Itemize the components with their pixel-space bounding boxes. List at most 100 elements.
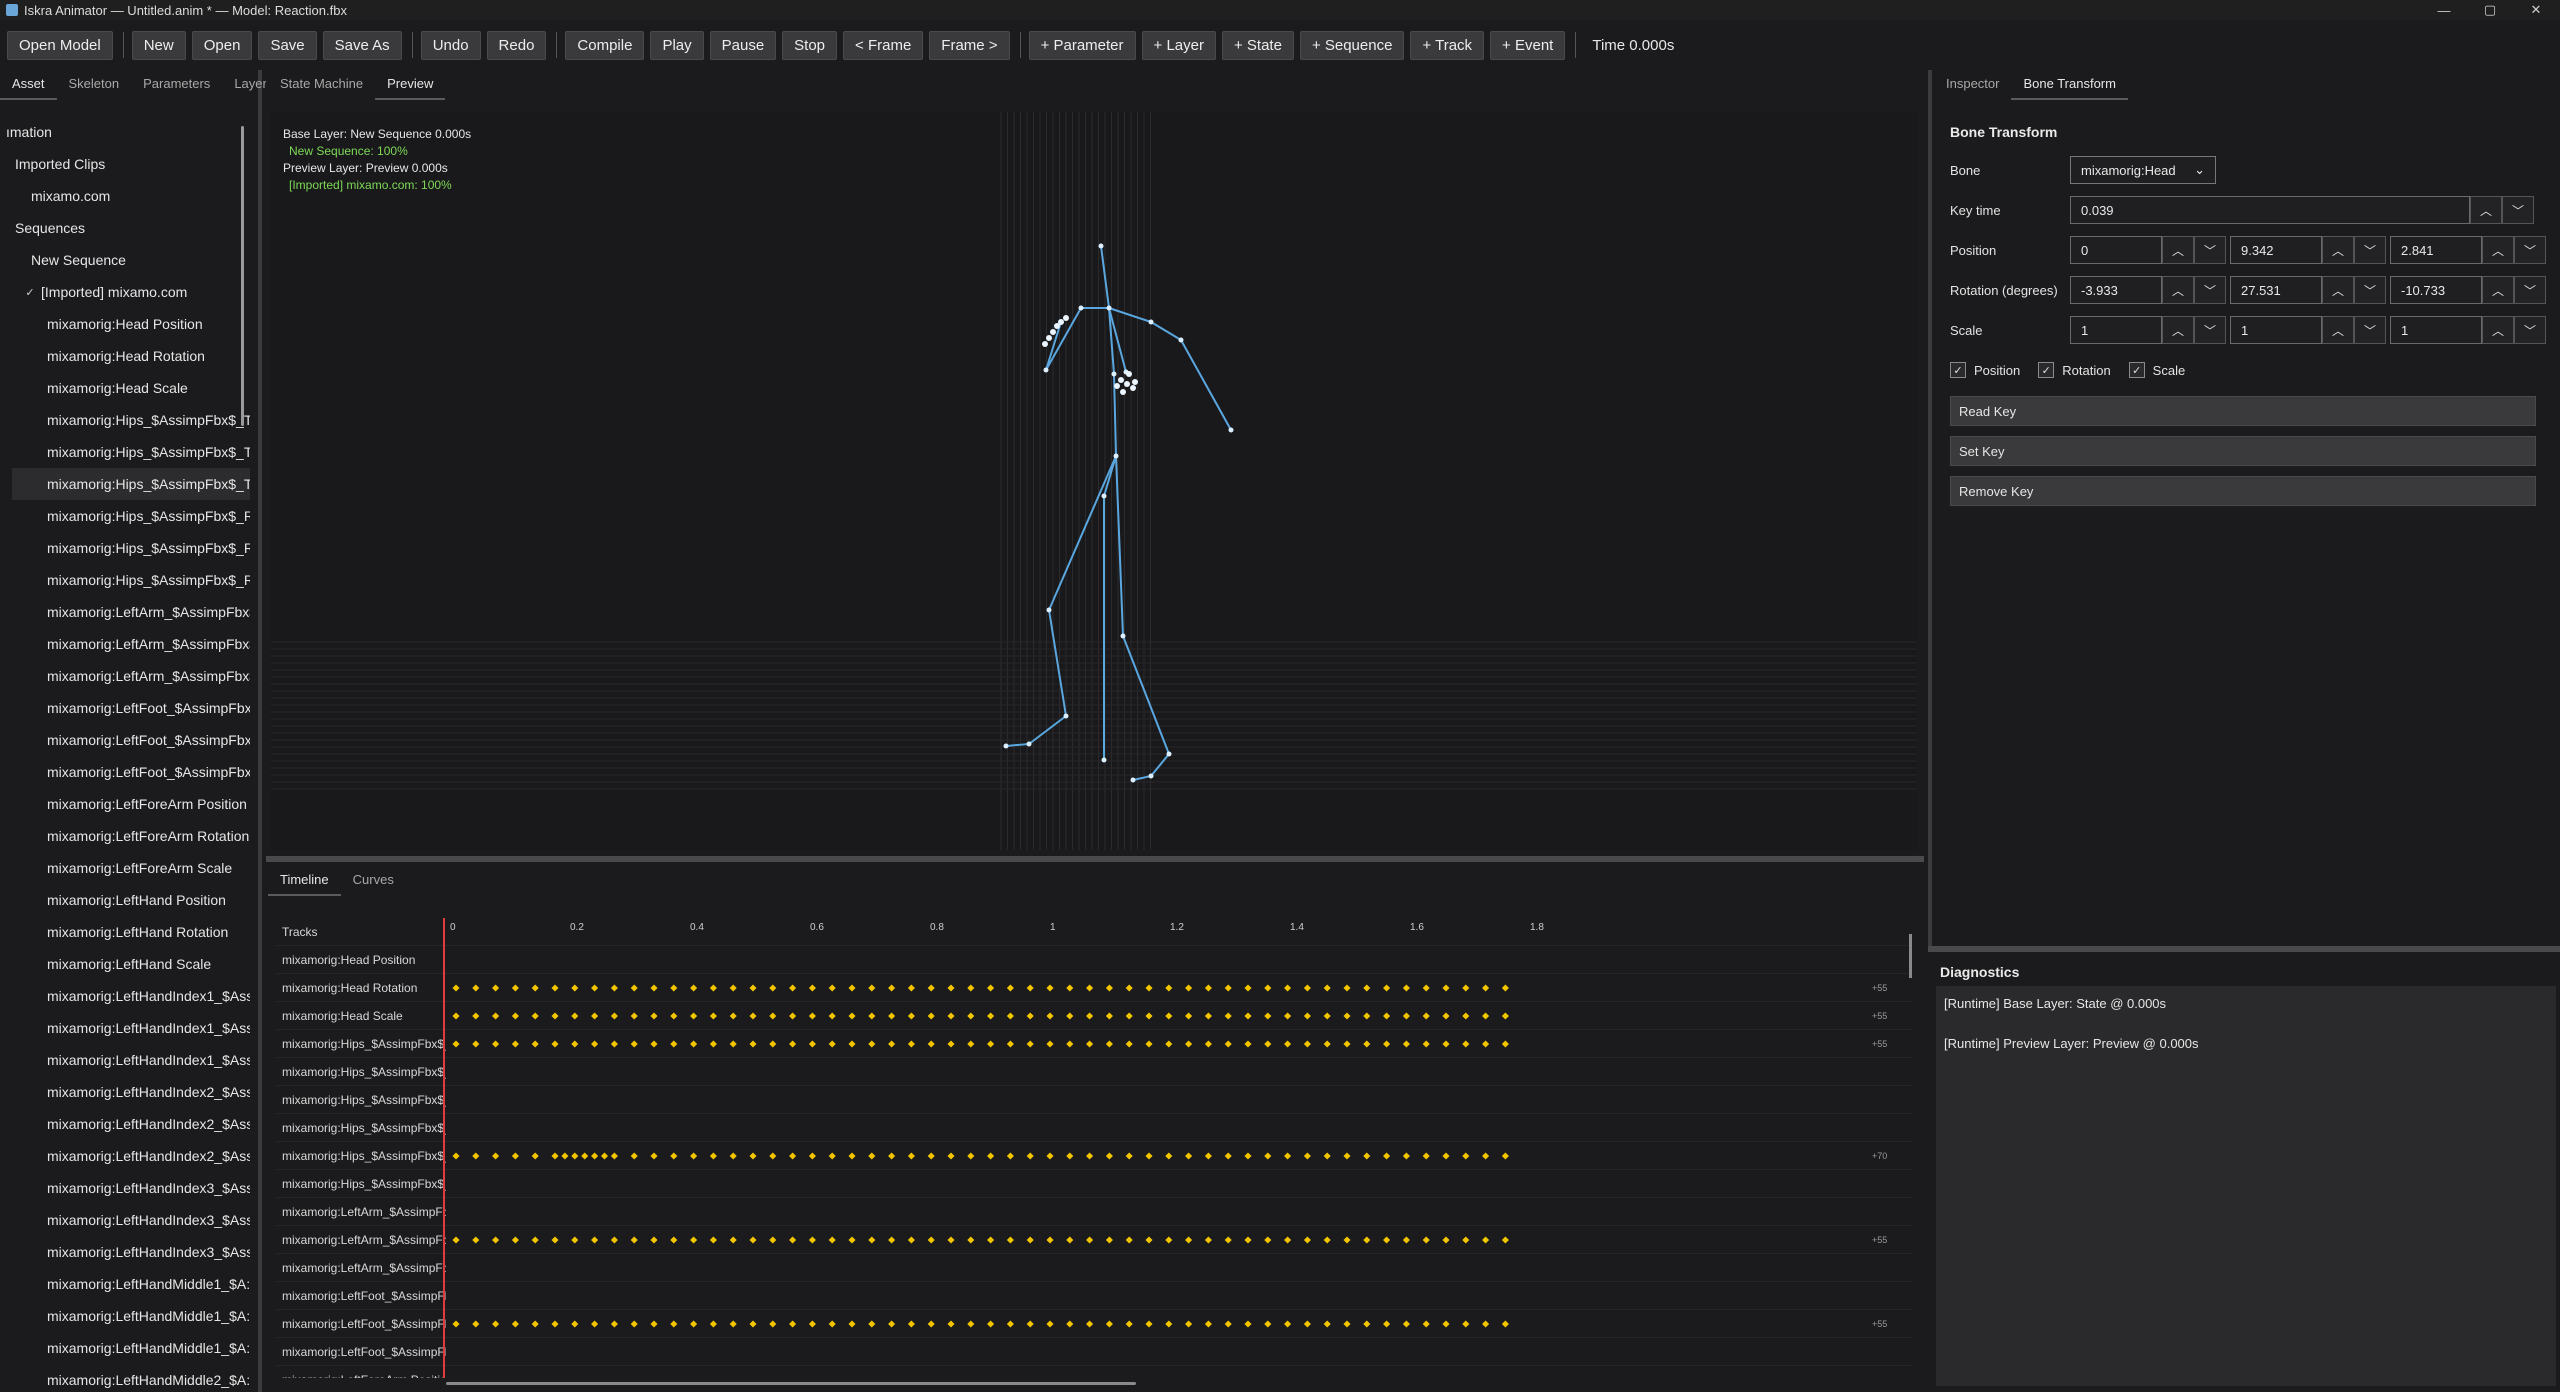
- keyframe-marker[interactable]: [511, 1152, 519, 1160]
- tree-item[interactable]: mixamorig:LeftFoot_$AssimpFbx: [0, 724, 250, 756]
- scale-x-increment[interactable]: ︿: [2162, 316, 2194, 344]
- key-time-input[interactable]: 0.039: [2070, 196, 2470, 224]
- keyframe-marker[interactable]: [1402, 984, 1410, 992]
- sequence-button[interactable]: + Sequence: [1299, 30, 1405, 60]
- keyframe-marker[interactable]: [888, 1012, 896, 1020]
- keyframe-marker[interactable]: [531, 1012, 539, 1020]
- layer-button[interactable]: + Layer: [1141, 30, 1216, 60]
- event-button[interactable]: + Event: [1490, 30, 1566, 60]
- tree-item[interactable]: mixamorig:Hips_$AssimpFbx$_Tr: [12, 468, 250, 500]
- keyframe-marker[interactable]: [828, 1152, 836, 1160]
- timeline-track-row[interactable]: mixamorig:LeftArm_$AssimpFbx: [276, 1198, 1912, 1226]
- keyframe-strip[interactable]: [446, 1030, 1546, 1058]
- keyframe-marker[interactable]: [1323, 1152, 1331, 1160]
- keyframe-marker[interactable]: [1145, 1152, 1153, 1160]
- keyframe-marker[interactable]: [1105, 1040, 1113, 1048]
- tree-item[interactable]: mixamorig:LeftForeArm Scale: [0, 852, 250, 884]
- keyframe-marker[interactable]: [1165, 984, 1173, 992]
- keyframe-marker[interactable]: [947, 1236, 955, 1244]
- keyframe-marker[interactable]: [1501, 1152, 1509, 1160]
- keyframe-marker[interactable]: [452, 984, 460, 992]
- keyframe-marker[interactable]: [1482, 984, 1490, 992]
- keyframe-marker[interactable]: [472, 1236, 480, 1244]
- keyframe-marker[interactable]: [927, 1012, 935, 1020]
- keyframe-marker[interactable]: [561, 1152, 569, 1160]
- position-z-increment[interactable]: ︿: [2482, 236, 2514, 264]
- keyframe-marker[interactable]: [1442, 1152, 1450, 1160]
- keyframe-marker[interactable]: [571, 984, 579, 992]
- maximize-button[interactable]: ▢: [2467, 0, 2513, 20]
- keyframe-marker[interactable]: [927, 1040, 935, 1048]
- save-button[interactable]: Save: [258, 30, 317, 60]
- keyframe-marker[interactable]: [749, 984, 757, 992]
- keyframe-marker[interactable]: [1046, 1040, 1054, 1048]
- keyframe-marker[interactable]: [729, 984, 737, 992]
- keyframe-marker[interactable]: [1185, 1236, 1193, 1244]
- keyframe-marker[interactable]: [1006, 1236, 1014, 1244]
- keyframe-marker[interactable]: [1442, 1236, 1450, 1244]
- keyframe-marker[interactable]: [828, 1012, 836, 1020]
- scale-checkbox[interactable]: ✓: [2128, 362, 2145, 378]
- tree-item[interactable]: mixamorig:LeftArm_$AssimpFbx$: [0, 628, 250, 660]
- scale-z-decrement[interactable]: ﹀: [2514, 316, 2546, 344]
- keyframe-marker[interactable]: [1422, 984, 1430, 992]
- keyframe-marker[interactable]: [1066, 1152, 1074, 1160]
- keyframe-marker[interactable]: [709, 1152, 717, 1160]
- tree-item[interactable]: Sequences: [0, 212, 250, 244]
- keyframe-marker[interactable]: [1026, 984, 1034, 992]
- scale-z-increment[interactable]: ︿: [2482, 316, 2514, 344]
- keyframe-marker[interactable]: [1284, 1040, 1292, 1048]
- timeline-track-row[interactable]: mixamorig:LeftArm_$AssimpFbx +55: [276, 1226, 1912, 1254]
- keyframe-marker[interactable]: [1224, 1152, 1232, 1160]
- keyframe-marker[interactable]: [1501, 984, 1509, 992]
- keyframe-marker[interactable]: [709, 1012, 717, 1020]
- keyframe-marker[interactable]: [591, 984, 599, 992]
- tree-item[interactable]: mixamorig:Head Rotation: [0, 340, 250, 372]
- keyframe-marker[interactable]: [1046, 1012, 1054, 1020]
- keyframe-marker[interactable]: [1125, 1012, 1133, 1020]
- keyframe-marker[interactable]: [848, 1012, 856, 1020]
- tree-item[interactable]: mixamorig:Hips_$AssimpFbx$_Re: [0, 564, 250, 596]
- tree-item[interactable]: mixamorig:LeftHandIndex2_$Ass: [0, 1108, 250, 1140]
- keyframe-marker[interactable]: [1442, 1040, 1450, 1048]
- tree-item[interactable]: mixamorig:LeftArm_$AssimpFbx$: [0, 596, 250, 628]
- tree-item[interactable]: ✓ [Imported] mixamo.com: [0, 276, 250, 308]
- keyframe-marker[interactable]: [452, 1012, 460, 1020]
- keyframe-marker[interactable]: [670, 1152, 678, 1160]
- keyframe-marker[interactable]: [1383, 1012, 1391, 1020]
- keyframe-marker[interactable]: [511, 1040, 519, 1048]
- keyframe-marker[interactable]: [1165, 1040, 1173, 1048]
- tree-item[interactable]: mixamorig:LeftHandIndex1_$Ass: [0, 1044, 250, 1076]
- keyframe-marker[interactable]: [1323, 1040, 1331, 1048]
- set-key-button[interactable]: Set Key: [1950, 436, 2536, 466]
- scale-y-input[interactable]: 1: [2230, 316, 2322, 344]
- keyframe-marker[interactable]: [690, 1012, 698, 1020]
- keyframe-marker[interactable]: [967, 984, 975, 992]
- keyframe-marker[interactable]: [1303, 984, 1311, 992]
- keyframe-marker[interactable]: [1343, 1012, 1351, 1020]
- keyframe-marker[interactable]: [1204, 1236, 1212, 1244]
- keyframe-marker[interactable]: [511, 1012, 519, 1020]
- key-time-increment[interactable]: ︿: [2470, 196, 2502, 224]
- tree-item[interactable]: mixamorig:Hips_$AssimpFbx$_Re: [0, 532, 250, 564]
- tree-item[interactable]: mixamorig:Hips_$AssimpFbx$_Re: [0, 500, 250, 532]
- keyframe-marker[interactable]: [769, 1012, 777, 1020]
- center-tab-preview[interactable]: Preview: [375, 76, 446, 100]
- keyframe-marker[interactable]: [1303, 1012, 1311, 1020]
- undo-button[interactable]: Undo: [420, 30, 481, 60]
- bone-select[interactable]: mixamorig:Head ⌄: [2070, 156, 2216, 184]
- keyframe-marker[interactable]: [1244, 1012, 1252, 1020]
- left-tab-parameters[interactable]: Parameters: [131, 76, 222, 100]
- keyframe-marker[interactable]: [729, 1012, 737, 1020]
- keyframe-marker[interactable]: [1105, 1012, 1113, 1020]
- keyframe-marker[interactable]: [1383, 984, 1391, 992]
- keyframe-marker[interactable]: [1264, 1152, 1272, 1160]
- tree-item[interactable]: mixamorig:LeftHand Rotation: [0, 916, 250, 948]
- tree-item[interactable]: mixamorig:LeftFoot_$AssimpFbx: [0, 692, 250, 724]
- keyframe-marker[interactable]: [808, 1152, 816, 1160]
- right-tab-inspector[interactable]: Inspector: [1934, 76, 2011, 100]
- keyframe-marker[interactable]: [571, 1012, 579, 1020]
- keyframe-marker[interactable]: [1343, 984, 1351, 992]
- rotation-z-decrement[interactable]: ﹀: [2514, 276, 2546, 304]
- keyframe-strip[interactable]: [446, 1226, 1546, 1254]
